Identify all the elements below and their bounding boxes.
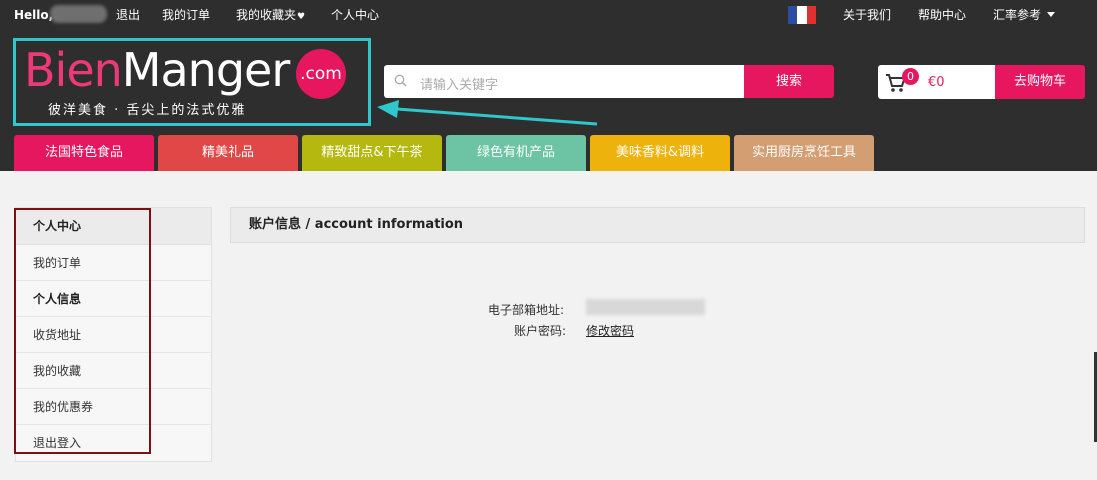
logo-wordmark: BienManger xyxy=(24,41,290,99)
search-button[interactable]: 搜索 xyxy=(744,65,834,98)
help-center-link[interactable]: 帮助中心 xyxy=(918,8,966,22)
sidebar-item-favorites[interactable]: 我的收藏 xyxy=(16,353,211,389)
account-sidebar: 个人中心 我的订单 个人信息 收货地址 我的收藏 我的优惠券 退出登入 xyxy=(15,207,212,462)
top-bar: Hello, 退出 我的订单 我的收藏夹♥ 个人中心 关于我们 帮助中心 汇率参… xyxy=(0,0,1097,30)
favorites-label: 我的收藏夹 xyxy=(236,8,297,22)
logo-com-badge: .com xyxy=(296,49,346,99)
search-placeholder: 请输入关键字 xyxy=(420,78,499,93)
about-us-link[interactable]: 关于我们 xyxy=(843,8,891,22)
my-orders-link[interactable]: 我的订单 xyxy=(162,8,210,22)
email-value-redacted xyxy=(586,299,705,315)
search-icon xyxy=(394,74,407,87)
header: BienManger .com 彼洋美食 · 舌尖上的法式优雅 请输入关键字 搜… xyxy=(0,30,1097,171)
category-tab[interactable]: 精致甜点&下午茶 xyxy=(302,135,442,171)
logo-manger: Manger xyxy=(121,43,290,97)
sidebar-item-address[interactable]: 收货地址 xyxy=(16,317,211,353)
heart-icon: ♥ xyxy=(297,12,306,22)
account-center-link[interactable]: 个人中心 xyxy=(331,8,379,22)
category-tab[interactable]: 精美礼品 xyxy=(158,135,298,171)
category-nav: 法国特色食品 精美礼品 精致甜点&下午茶 绿色有机产品 美味香料&调料 实用厨房… xyxy=(0,135,1097,171)
france-flag-icon[interactable] xyxy=(788,6,816,24)
change-password-link[interactable]: 修改密码 xyxy=(586,322,634,339)
password-label: 账户密码: xyxy=(514,324,567,338)
exchange-rate-label: 汇率参考 xyxy=(993,8,1042,22)
logo-tagline: 彼洋美食 · 舌尖上的法式优雅 xyxy=(48,103,247,118)
page-title: 账户信息 / account information xyxy=(230,207,1085,243)
chevron-down-icon xyxy=(1047,12,1056,17)
email-label: 电子部箱地址: xyxy=(488,303,565,317)
exchange-rate-dropdown[interactable]: 汇率参考 xyxy=(993,8,1056,22)
category-tab[interactable]: 实用厨房烹饪工具 xyxy=(734,135,874,171)
go-to-cart-button[interactable]: 去购物车 xyxy=(995,65,1085,99)
category-tab[interactable]: 美味香料&调料 xyxy=(590,135,730,171)
sidebar-item-personal-info[interactable]: 个人信息 xyxy=(16,281,211,317)
cart-amount: €0 xyxy=(928,75,945,90)
logo-bien: Bien xyxy=(24,43,123,97)
category-tab[interactable]: 绿色有机产品 xyxy=(446,135,586,171)
sidebar-item-orders[interactable]: 我的订单 xyxy=(16,245,211,281)
logo[interactable]: BienManger .com 彼洋美食 · 舌尖上的法式优雅 xyxy=(13,38,371,126)
cart-count-badge: 0 xyxy=(902,68,919,85)
category-tab[interactable]: 法国特色食品 xyxy=(14,135,154,171)
sidebar-title: 个人中心 xyxy=(16,208,211,245)
username-redacted xyxy=(50,5,107,23)
logout-link[interactable]: 退出 xyxy=(116,8,140,22)
sidebar-item-logout[interactable]: 退出登入 xyxy=(16,425,211,461)
cart-summary[interactable]: 0 €0 xyxy=(878,65,996,99)
annotation-arrow-icon xyxy=(377,100,598,126)
favorites-link[interactable]: 我的收藏夹♥ xyxy=(236,8,305,24)
sidebar-item-coupons[interactable]: 我的优惠券 xyxy=(16,389,211,425)
hello-text: Hello, xyxy=(14,8,54,22)
search-input[interactable]: 请输入关键字 xyxy=(384,65,745,98)
